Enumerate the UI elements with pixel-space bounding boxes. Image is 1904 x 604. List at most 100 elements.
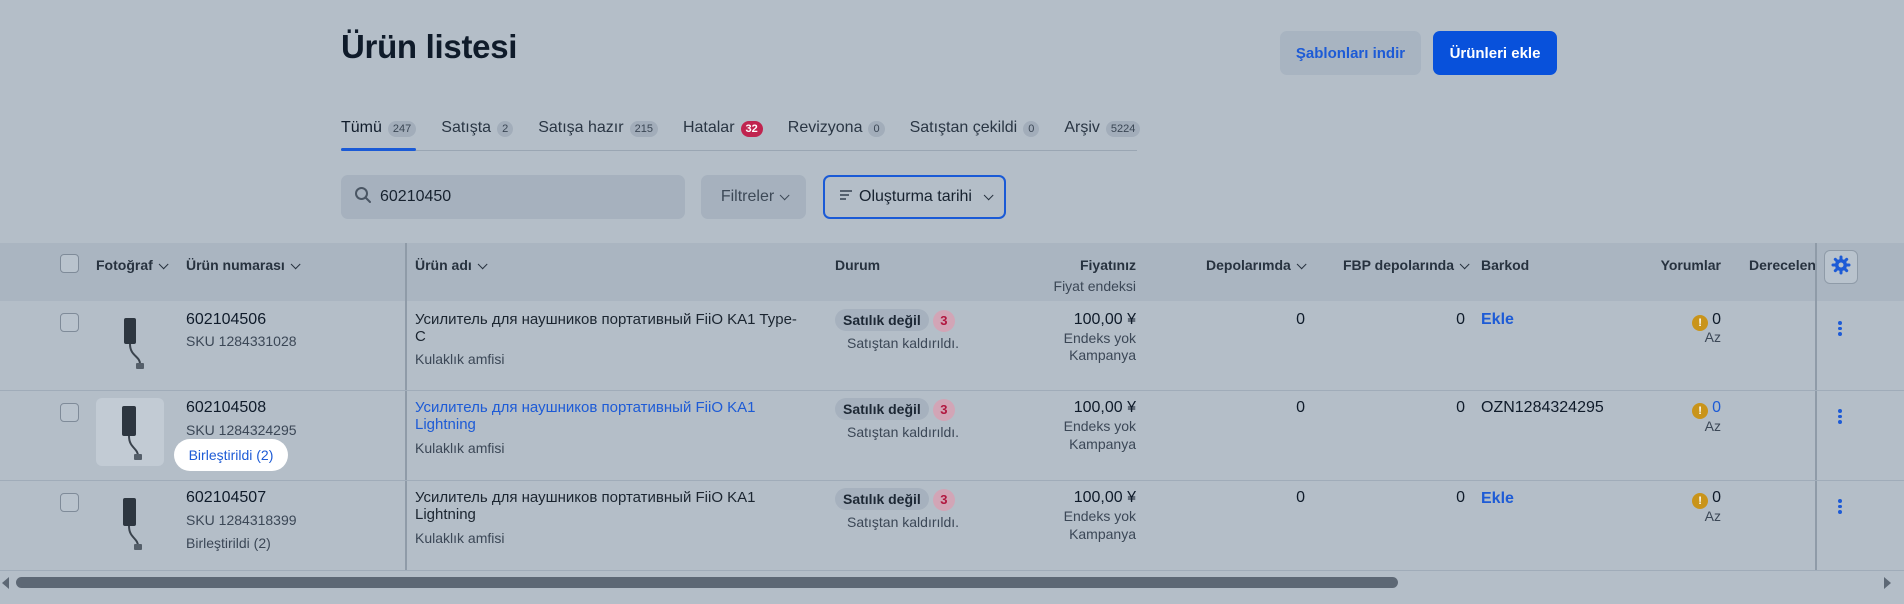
table-header: Fotoğraf Ürün numarası Ürün adı Durum Fi… (0, 243, 1904, 301)
tab-label: Arşiv (1064, 119, 1100, 136)
product-name-line: C (415, 328, 426, 345)
product-number: 602104508 (186, 399, 267, 416)
tab-withdrawn[interactable]: Satıştan çekildi 0 (910, 114, 1040, 150)
column-reviews: Yorumlar (1660, 257, 1721, 273)
status-count[interactable]: 3 (932, 399, 955, 421)
column-label: Ürün numarası (186, 257, 285, 273)
tab-error-count: 32 (740, 121, 763, 137)
column-photo[interactable]: Fotoğraf (96, 257, 169, 273)
product-photo[interactable] (96, 398, 164, 466)
column-fbp-warehouses[interactable]: FBP depolarında (1343, 257, 1470, 273)
warning-icon: ! (1692, 493, 1709, 509)
product-number: 602104507 (186, 489, 267, 506)
filters-label: Filtreler (720, 188, 775, 205)
warehouse-stock: 0 (1296, 489, 1305, 506)
scroll-left-icon[interactable] (2, 577, 9, 589)
column-label: Fotoğraf (96, 257, 153, 273)
column-label: Fiyatınız (1079, 257, 1136, 273)
reviews-value[interactable]: 0 (1712, 399, 1721, 416)
column-warehouses[interactable]: Depolarımda (1206, 257, 1307, 273)
table-row[interactable]: 602104507 SKU 1284318399 Birleştirildi (… (0, 481, 1904, 571)
tab-label: Satışta (441, 119, 492, 136)
product-name[interactable]: Усилитель для наушников портативный FiiO… (415, 311, 825, 345)
column-status: Durum (835, 257, 881, 273)
search-icon (354, 186, 372, 209)
warehouse-stock: 0 (1296, 399, 1305, 416)
table-row[interactable]: 602104508 SKU 1284324295 Усилитель для н… (0, 391, 1904, 481)
chevron-down-icon (1459, 259, 1470, 270)
column-sub-label: Fiyat endeksi (1053, 278, 1136, 294)
download-templates-button[interactable]: Şablonları indir (1280, 31, 1421, 75)
campaign-label: Kampanya (1069, 526, 1136, 542)
reviews-note: Az (1704, 329, 1721, 345)
status-badge: Satılık değil 3 (835, 488, 955, 511)
column-product-name[interactable]: Ürün adı (415, 257, 488, 273)
horizontal-scrollbar[interactable] (0, 571, 1904, 593)
scrollbar-thumb[interactable] (16, 577, 1398, 588)
price: 100,00 ¥ (1073, 489, 1136, 506)
table-settings-button[interactable] (1824, 250, 1858, 284)
column-label: FBP depolarında (1343, 257, 1454, 273)
tab-all[interactable]: Tümü 247 (341, 114, 417, 151)
product-photo[interactable] (96, 308, 164, 376)
product-name[interactable]: Усилитель для наушников портативный FiiO… (415, 489, 825, 523)
status-count[interactable]: 3 (932, 489, 955, 511)
reviews-value: 0 (1712, 489, 1721, 506)
more-actions-icon[interactable] (1838, 499, 1844, 516)
column-rating: Derecelen (1749, 257, 1816, 273)
search-input[interactable] (380, 188, 670, 206)
tab-label: Revizyona (787, 119, 863, 136)
sort-by-creation-date-button[interactable]: Oluşturma tarihi (823, 175, 1006, 219)
campaign-label: Kampanya (1069, 347, 1136, 363)
more-actions-icon[interactable] (1838, 321, 1844, 338)
status-count[interactable]: 3 (932, 310, 955, 332)
reviews-note: Az (1704, 508, 1721, 524)
tab-archive[interactable]: Arşiv 5224 (1064, 114, 1141, 150)
search-box (341, 175, 685, 219)
tab-revision[interactable]: Revizyona 0 (788, 114, 885, 150)
warning-icon: ! (1692, 403, 1709, 419)
scroll-right-icon[interactable] (1884, 577, 1891, 589)
select-all-checkbox[interactable] (60, 254, 79, 273)
tab-on-sale[interactable]: Satışta 2 (441, 114, 514, 150)
table-row[interactable]: 602104506 SKU 1284331028 Усилитель для н… (0, 301, 1904, 391)
merged-badge[interactable]: Birleştirildi (2) (174, 439, 288, 471)
product-photo[interactable] (96, 488, 164, 556)
add-barcode-link[interactable]: Ekle (1481, 311, 1514, 329)
row-checkbox[interactable] (60, 403, 79, 422)
status-badge: Satılık değil 3 (835, 309, 955, 332)
tab-ready-for-sale[interactable]: Satışa hazır 215 (538, 114, 658, 150)
column-barcode: Barkod (1481, 257, 1530, 273)
tab-count: 0 (1023, 121, 1040, 137)
tab-label: Tümü (341, 119, 382, 136)
merged-label[interactable]: Birleştirildi (2) (186, 535, 271, 551)
reviews-value: 0 (1712, 311, 1721, 328)
tab-count: 247 (387, 121, 417, 137)
add-products-button[interactable]: Ürünleri ekle (1433, 31, 1557, 75)
tab-errors[interactable]: Hatalar 32 (683, 114, 763, 150)
product-name-line: Усилитель для наушников портативный FiiO… (415, 311, 797, 328)
page-title: Ürün listesi (341, 28, 518, 65)
chevron-down-icon (1296, 259, 1307, 270)
add-barcode-link[interactable]: Ekle (1481, 490, 1514, 508)
product-category: Kulaklık amfisi (415, 440, 505, 456)
tab-count: 215 (629, 121, 658, 137)
fbp-stock: 0 (1456, 489, 1465, 506)
row-checkbox[interactable] (60, 313, 79, 332)
price: 100,00 ¥ (1073, 311, 1136, 328)
product-sku: SKU 1284324295 (186, 422, 297, 438)
column-price[interactable]: Fiyatınız Fiyat endeksi (1000, 257, 1136, 294)
price-index: Endeks yok (1063, 330, 1136, 346)
price-link[interactable]: 100,00 ¥ (1000, 399, 1136, 417)
chevron-down-icon (290, 259, 301, 270)
filters-button[interactable]: Filtreler (701, 175, 806, 219)
more-actions-icon[interactable] (1838, 409, 1844, 426)
row-checkbox[interactable] (60, 493, 79, 512)
status-note: Satıştan kaldırıldı. (847, 335, 960, 351)
product-name-line: Усилитель для наушников портативный FiiO… (415, 489, 756, 506)
status-pill: Satılık değil (835, 309, 929, 331)
status-tabs: Tümü 247 Satışta 2 Satışa hazır 215 Hatalar… (341, 114, 1141, 151)
column-product-number[interactable]: Ürün numarası (186, 257, 301, 273)
barcode-link[interactable]: OZN1284324295 (1481, 399, 1604, 417)
product-name-link[interactable]: Усилитель для наушников портативный FiiO… (415, 399, 825, 433)
